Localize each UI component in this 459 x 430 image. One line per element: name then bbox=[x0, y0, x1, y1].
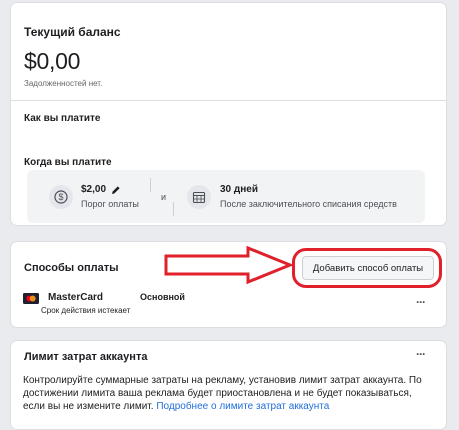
balance-title: Текущий баланс bbox=[24, 25, 121, 39]
days-value: 30 дней bbox=[220, 184, 258, 195]
payment-methods-title: Способы оплаты bbox=[24, 262, 119, 274]
threshold-value: $2,00 bbox=[81, 184, 107, 195]
spending-limit-title: Лимит затрат аккаунта bbox=[24, 351, 148, 363]
when-you-pay-title: Когда вы платите bbox=[24, 157, 112, 168]
primary-badge: Основной bbox=[140, 292, 185, 302]
separator-line bbox=[150, 178, 151, 192]
red-arrow-annotation bbox=[164, 246, 294, 285]
svg-text:$: $ bbox=[58, 192, 63, 202]
more-icon[interactable]: ··· bbox=[416, 347, 426, 361]
spending-limit-text: Контролируйте суммарные затраты на рекла… bbox=[23, 374, 428, 413]
calendar-icon bbox=[187, 185, 211, 209]
more-icon[interactable]: ··· bbox=[416, 295, 426, 309]
threshold-label: Порог оплаты bbox=[81, 199, 139, 209]
balance-note: Задолженностей нет. bbox=[24, 79, 103, 88]
card-expiry: Срок действия истекает bbox=[41, 306, 131, 315]
pencil-icon[interactable] bbox=[111, 182, 121, 200]
days-label: После заключительного списания средств bbox=[220, 199, 397, 209]
balance-amount: $0,00 bbox=[24, 48, 81, 74]
dollar-coin-icon: $ bbox=[49, 185, 73, 209]
how-you-pay-title: Как вы платите bbox=[24, 113, 101, 124]
add-payment-method-button[interactable]: Добавить способ оплаты bbox=[302, 256, 434, 280]
divider bbox=[11, 100, 446, 101]
mastercard-logo bbox=[23, 293, 39, 304]
card-name: MasterCard bbox=[48, 292, 104, 303]
and-label: и bbox=[161, 192, 167, 202]
payment-schedule-panel: $ $2,00 Порог оплаты и 30 дней После зак… bbox=[27, 170, 425, 223]
spending-limit-link[interactable]: Подробнее о лимите затрат аккаунта bbox=[156, 401, 329, 412]
separator-line bbox=[173, 202, 174, 216]
